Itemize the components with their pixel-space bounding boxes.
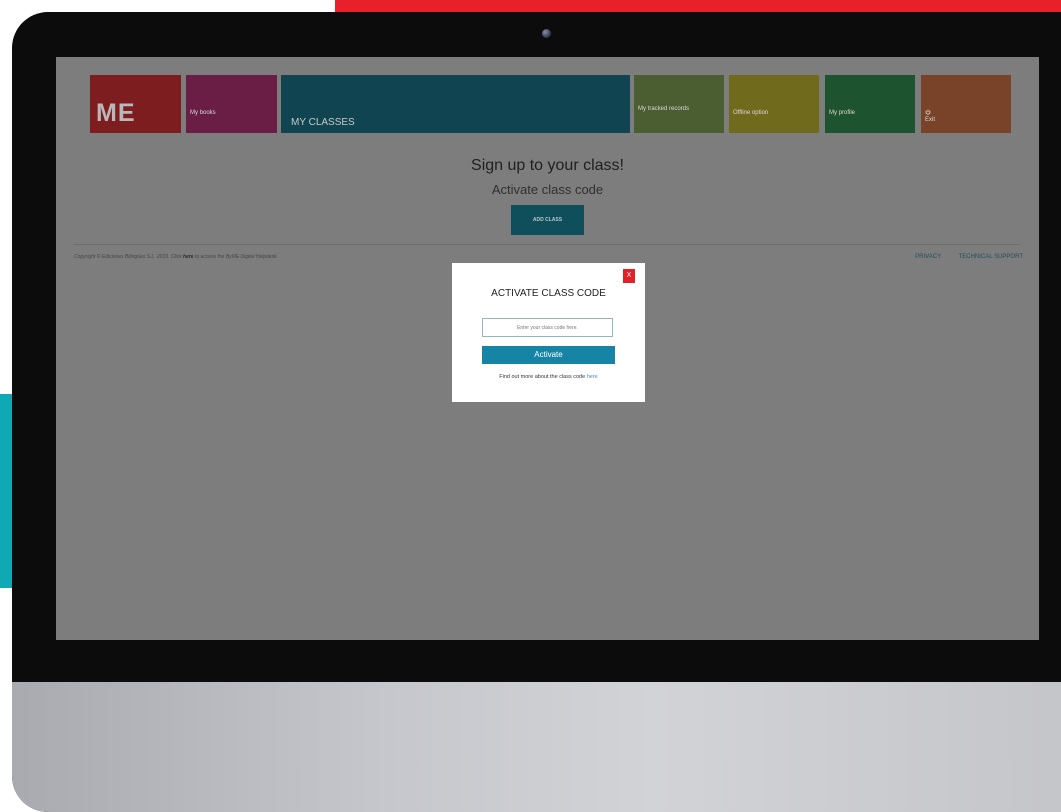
logo: ME [96,99,136,127]
nav-tile-books[interactable]: My books [186,75,277,133]
class-code-input[interactable] [482,318,613,337]
footer-copyright: Copyright © Ediciones Bilingües S.L. 201… [74,254,278,260]
helpdesk-link[interactable]: here [183,254,194,260]
nav-tile-exit-label: Exit [925,117,936,123]
nav-tile-profile[interactable]: My profile [825,75,915,133]
nav-tile-offline-label: Offline option [733,110,769,116]
nav-tile-classes-label: MY CLASSES [291,117,355,128]
monitor-chin [12,682,1061,812]
modal-title: ACTIVATE CLASS CODE [491,288,606,299]
nav-tile-exit[interactable]: Exit [921,75,1011,133]
footer-copyright-suffix: to access the ByME Digital Helpdesk. [194,254,279,260]
footer-links: PRIVACY TECHNICAL SUPPORT [899,254,1023,260]
technical-support-link[interactable]: TECHNICAL SUPPORT [959,254,1023,260]
nav-tile-records-label: My tracked records [638,106,690,112]
nav-tile-books-label: My books [190,110,216,116]
footer-divider [74,244,1020,245]
modal-help-label: Find out more about the class code [499,374,586,380]
modal-help-text: Find out more about the class code here [482,374,615,381]
power-icon [925,109,931,115]
logo-tile[interactable]: ME [90,75,181,133]
nav-tile-records[interactable]: My tracked records [634,75,724,133]
privacy-link[interactable]: PRIVACY [915,254,941,260]
monitor-frame: ME My books MY CLASSES My tracked record… [12,12,1061,812]
add-class-button[interactable]: ADD CLASS [511,205,584,235]
camera-icon [542,29,551,38]
activate-class-modal: X ACTIVATE CLASS CODE Activate Find out … [452,263,645,402]
nav-tile-profile-label: My profile [829,110,856,116]
nav-tile-offline[interactable]: Offline option [729,75,819,133]
app-screen: ME My books MY CLASSES My tracked record… [56,57,1039,640]
footer-copyright-prefix: Copyright © Ediciones Bilingües S.L. 201… [74,254,182,260]
page-subtitle: Activate class code [491,182,604,197]
close-button[interactable]: X [623,269,635,283]
activate-button[interactable]: Activate [482,346,615,364]
class-code-help-link[interactable]: here [587,374,598,380]
nav-tile-classes[interactable]: MY CLASSES [281,75,630,133]
page-title: Sign up to your class! [471,157,624,174]
